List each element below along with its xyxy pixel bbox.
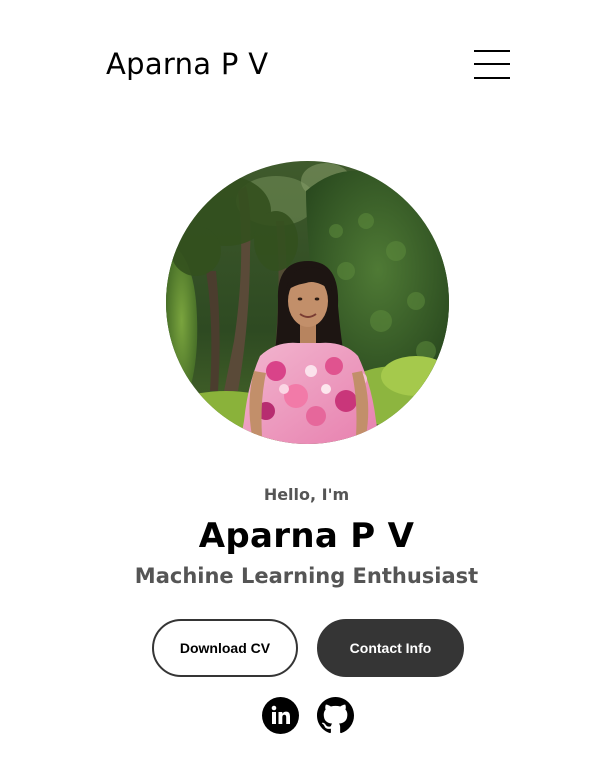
contact-info-button[interactable]: Contact Info	[317, 619, 464, 677]
hamburger-line	[474, 63, 510, 65]
github-icon[interactable]	[317, 697, 354, 734]
linkedin-icon[interactable]	[262, 697, 299, 734]
hamburger-line	[474, 50, 510, 52]
hero-text: Hello, I'm Aparna P V Machine Learning E…	[0, 484, 613, 590]
hamburger-menu-icon[interactable]	[474, 50, 510, 80]
hero-name: Aparna P V	[198, 516, 415, 556]
social-links	[262, 697, 357, 735]
hamburger-line	[474, 77, 510, 79]
profile-picture	[166, 161, 449, 444]
navbar: Aparna P V	[0, 0, 613, 130]
download-cv-button[interactable]: Download CV	[152, 619, 298, 677]
role-subtitle: Machine Learning Enthusiast	[134, 564, 479, 588]
greeting-text: Hello, I'm	[263, 485, 350, 504]
site-logo[interactable]: Aparna P V	[106, 47, 268, 81]
